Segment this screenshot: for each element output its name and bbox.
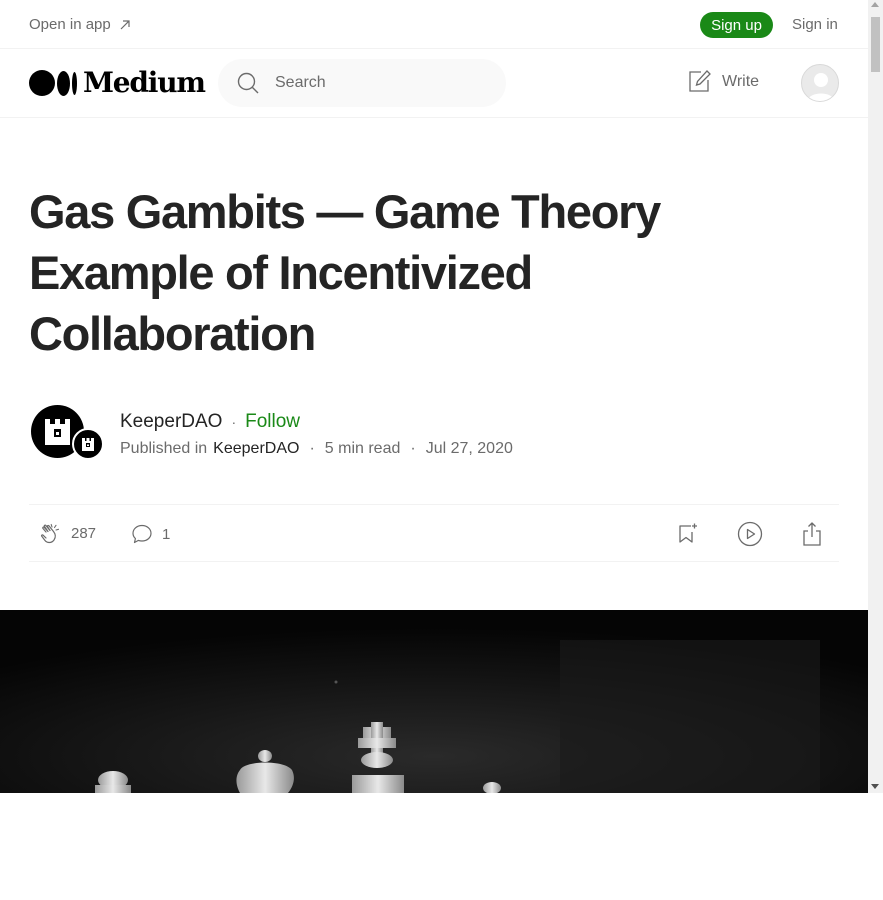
article-action-bar: 287 1 — [29, 504, 839, 562]
vertical-scrollbar[interactable] — [868, 0, 883, 793]
title-line-2: Example of Incentivized — [29, 246, 533, 299]
article-title: Gas Gambits — Game Theory Example of Inc… — [29, 181, 769, 364]
arrow-up-right-icon — [120, 19, 130, 29]
publication-avatar[interactable] — [72, 428, 104, 460]
sign-in-link[interactable]: Sign in — [792, 16, 838, 33]
open-in-app-link[interactable]: Open in app — [29, 16, 131, 33]
publication-link[interactable]: KeeperDAO — [213, 440, 299, 458]
responses-button[interactable]: 1 — [130, 522, 170, 546]
search-box[interactable] — [218, 59, 506, 107]
page-viewport: Open in app Sign up Sign in Medium Searc… — [0, 0, 868, 793]
speech-bubble-icon — [132, 524, 152, 544]
scroll-up-arrow-icon[interactable] — [871, 2, 879, 7]
separator-dot: · — [309, 440, 315, 457]
chess-pieces-photo — [0, 610, 868, 793]
scroll-down-arrow-icon[interactable] — [871, 784, 879, 789]
follow-button[interactable]: Follow — [245, 411, 300, 433]
pencil-square-icon — [689, 70, 711, 92]
article-hero-image — [0, 610, 868, 793]
separator-dot: · — [410, 440, 416, 457]
response-count: 1 — [162, 525, 171, 543]
title-line-3: Collaboration — [29, 307, 316, 360]
sign-up-button[interactable]: Sign up — [700, 12, 773, 38]
keeperdao-castle-logo-small — [82, 438, 94, 451]
top-bar: Open in app Sign up Sign in — [0, 0, 868, 49]
publish-date: Jul 27, 2020 — [425, 440, 513, 457]
nav-bar: Medium Write — [0, 49, 868, 118]
clap-count: 287 — [71, 524, 97, 542]
scrollbar-thumb[interactable] — [871, 17, 880, 72]
medium-logo-mark — [29, 70, 77, 96]
play-circle-icon[interactable] — [737, 521, 763, 547]
medium-logo[interactable]: Medium — [29, 66, 206, 99]
published-in-label: Published in — [120, 440, 208, 457]
clap-hands-icon — [40, 523, 60, 544]
search-icon — [237, 72, 259, 94]
author-line: KeeperDAO · Follow — [120, 411, 300, 433]
user-silhouette-icon — [807, 73, 835, 101]
write-button[interactable]: Write — [687, 69, 759, 94]
separator-dot: · — [231, 414, 237, 430]
user-avatar[interactable] — [801, 64, 839, 102]
medium-logo-text: Medium — [83, 66, 206, 99]
read-time: 5 min read — [324, 440, 401, 457]
article-meta: Published in KeeperDAO · 5 min read · Ju… — [120, 440, 513, 458]
search-input[interactable] — [275, 71, 475, 95]
author-name[interactable]: KeeperDAO — [120, 411, 222, 433]
bookmark-add-icon[interactable] — [675, 521, 699, 545]
title-line-1: Gas Gambits — Game Theory — [29, 185, 661, 238]
open-in-app-label: Open in app — [29, 16, 111, 33]
write-label: Write — [722, 72, 760, 90]
clap-button[interactable]: 287 — [39, 521, 96, 545]
share-icon[interactable] — [800, 521, 824, 547]
